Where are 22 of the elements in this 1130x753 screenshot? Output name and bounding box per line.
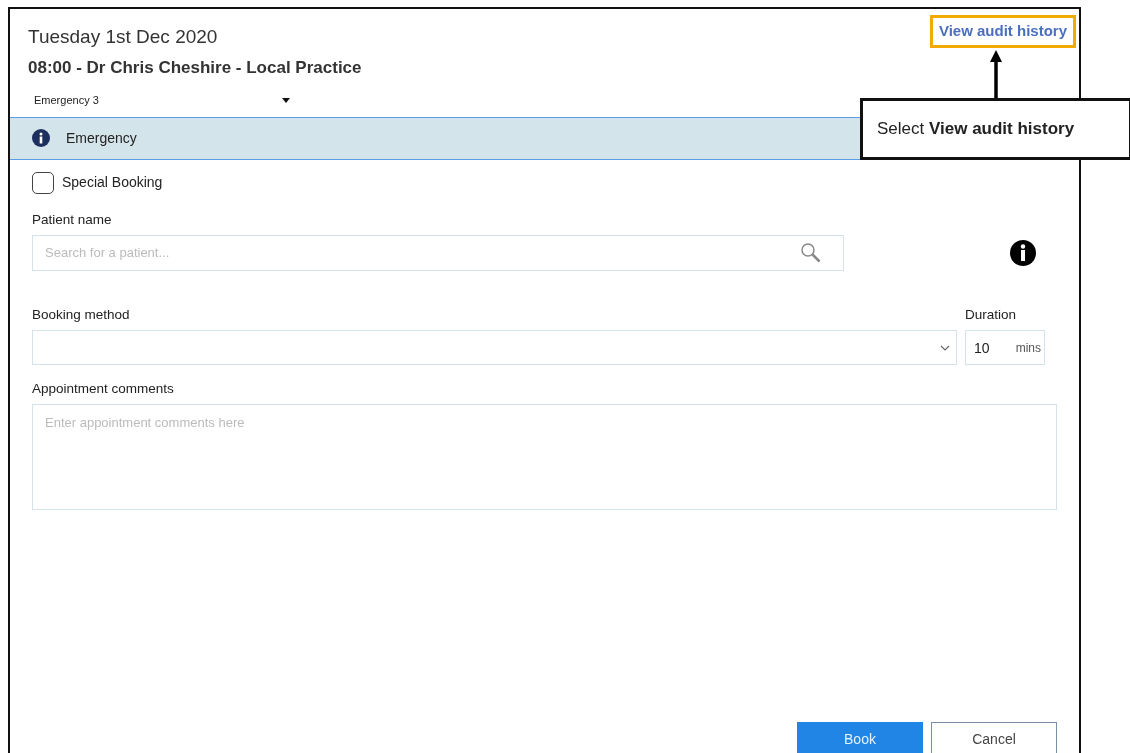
field-label: Appointment comments <box>32 380 175 398</box>
view-audit-history-link[interactable]: View audit history <box>929 15 1076 48</box>
appointment-date: Tuesday 1st Dec 2020 <box>28 25 218 49</box>
info-icon <box>1010 239 1036 266</box>
banner-text: Emergency <box>66 128 137 148</box>
search-icon <box>800 241 822 264</box>
instruction-text: Select View audit history <box>877 118 1075 141</box>
chevron-icon <box>940 344 950 351</box>
field-label: Duration <box>965 305 1018 324</box>
appointment-slot: 08:00 - Dr Chris Cheshire - Local Practice <box>28 54 362 80</box>
special-booking-label: Special Booking <box>62 173 163 192</box>
cancel-button[interactable]: Cancel <box>931 722 1057 753</box>
field-label: Booking method <box>32 305 131 324</box>
patient-search-field[interactable]: Search for a patient... <box>32 234 844 271</box>
field-label: Patient name <box>32 210 113 229</box>
caret-icon <box>282 97 290 103</box>
slot-type-dropdown[interactable]: Emergency 3 <box>34 92 294 109</box>
unit-text: mins <box>1015 339 1041 357</box>
comments-field[interactable]: Enter appointment comments here <box>32 404 1057 511</box>
special-booking-checkbox[interactable] <box>32 171 54 194</box>
pointer-arrow <box>988 50 1004 100</box>
info-icon <box>32 129 50 147</box>
